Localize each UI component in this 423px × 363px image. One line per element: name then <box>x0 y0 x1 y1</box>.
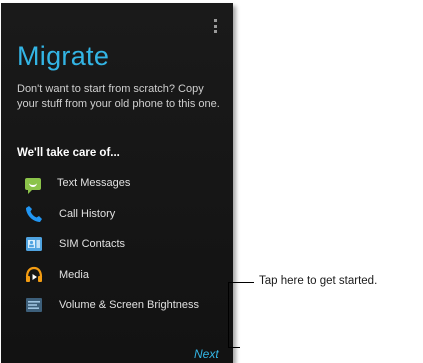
page-title: Migrate <box>17 41 110 71</box>
text-messages-icon <box>25 178 41 194</box>
callout-text: Tap here to get started. <box>259 275 378 287</box>
list-subtitle: We'll take care of... <box>17 147 120 159</box>
list-item-volume-brightness: Volume & Screen Brightness <box>25 295 199 315</box>
list-item-label: Volume & Screen Brightness <box>59 299 200 311</box>
list-item-label: Call History <box>59 207 116 220</box>
migrate-items-list: Text Messages Call History SIM Contacts … <box>25 173 199 326</box>
phone-screen: Migrate Don't want to start from scratch… <box>1 3 233 363</box>
media-icon <box>25 266 43 284</box>
list-item-label: Media <box>59 268 89 281</box>
list-item-media: Media <box>25 265 199 285</box>
list-item-label: SIM Contacts <box>59 238 126 250</box>
sim-contacts-icon <box>25 235 43 253</box>
list-item-sim-contacts: SIM Contacts <box>25 234 199 254</box>
page-description: Don't want to start from scratch? Copy y… <box>17 83 220 110</box>
call-history-icon <box>25 205 43 223</box>
next-button[interactable]: Next <box>194 347 219 361</box>
volume-brightness-icon <box>25 296 43 314</box>
migrate-screen: Migrate Don't want to start from scratch… <box>1 3 233 363</box>
callout-connector <box>228 282 240 348</box>
list-item-call-history: Call History <box>25 204 199 224</box>
list-item-text-messages: Text Messages <box>25 173 199 194</box>
overflow-menu-icon[interactable] <box>212 19 218 33</box>
callout-connector-tick <box>240 282 254 283</box>
list-item-label: Text Messages <box>57 177 131 189</box>
